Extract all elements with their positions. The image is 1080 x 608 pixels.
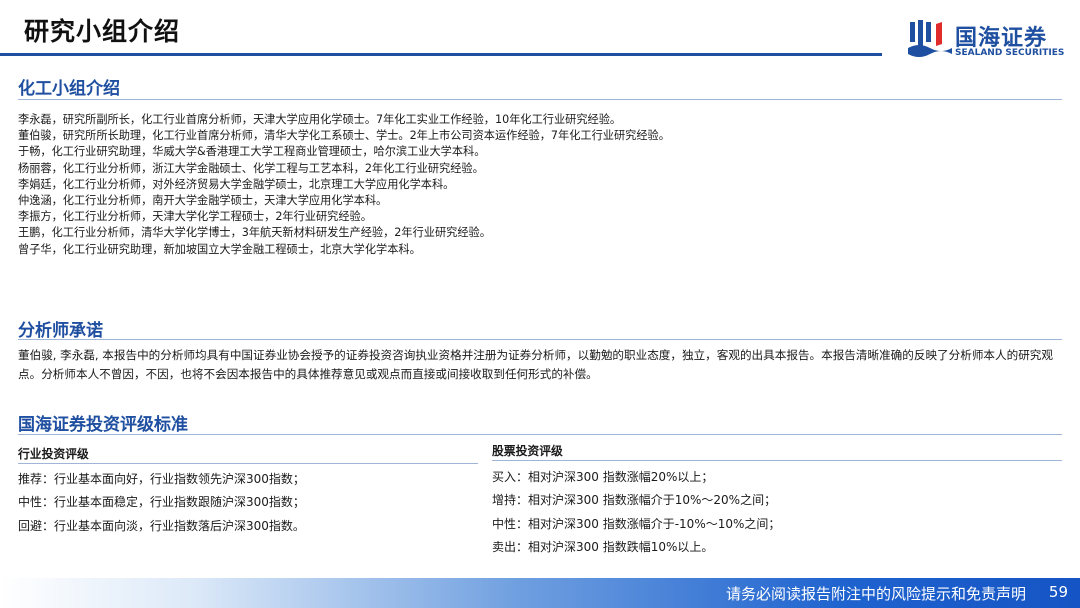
footer-disclaimer: 请务必阅读报告附注中的风险提示和免责声明: [725, 585, 1026, 603]
team-member: 王鹏，化工行业分析师，清华大学化学博士，3年航天新材料研发生产经验，2年行业研究…: [18, 226, 491, 240]
page-number: 59: [1048, 583, 1068, 601]
team-member: 李振方，化工行业分析师，天津大学化学工程硕士，2年行业研究经验。: [18, 210, 372, 224]
stock-rating-item: 买入：相对沪深300 指数涨幅20%以上；: [492, 470, 714, 484]
page-title: 研究小组介绍: [24, 17, 181, 46]
commitment-heading: 分析师承诺: [18, 321, 103, 341]
footer-bar: 请务必阅读报告附注中的风险提示和免责声明 59: [0, 578, 1080, 608]
commitment-text: 董伯骏, 李永磊, 本报告中的分析师均具有中国证券业协会授予的证券投资咨询执业资…: [18, 348, 1053, 381]
stock-rating-divider: [492, 460, 1062, 461]
rating-divider: [18, 434, 1062, 435]
team-member: 曾子华，化工行业研究助理，新加坡国立大学金融工程硕士，北京大学化学本科。: [18, 242, 421, 256]
team-member: 于畅，化工行业研究助理，华威大学&香港理工大学工程商业管理硕士，哈尔滨工业大学本…: [18, 145, 486, 159]
team-member: 杨丽蓉，化工行业分析师，浙江大学金融硕士、化学工程与工艺本科，2年化工行业研究经…: [18, 161, 484, 175]
rating-heading: 国海证券投资评级标准: [18, 415, 188, 435]
sealand-logo: 国海证券 SEALAND SECURITIES: [908, 18, 1068, 62]
commitment-divider: [18, 339, 1062, 340]
team-member: 仲逸涵，化工行业分析师，南开大学金融学硕士，天津大学应用化学本科。: [18, 194, 388, 208]
title-divider: [0, 53, 882, 56]
industry-rating-divider: [18, 463, 478, 464]
stock-rating-item: 卖出：相对沪深300 指数跌幅10%以上。: [492, 539, 714, 554]
team-member: 李永磊，研究所副所长，化工行业首席分析师，天津大学应用化学硕士。7年化工实业工作…: [18, 113, 622, 126]
stock-rating-title: 股票投资评级: [492, 444, 563, 458]
sealand-logo-icon: [908, 20, 952, 57]
team-member-list: 李永磊，研究所副所长，化工行业首席分析师，天津大学应用化学硕士。7年化工实业工作…: [18, 112, 670, 258]
industry-rating-title: 行业投资评级: [18, 447, 89, 461]
stock-rating-item: 中性：相对沪深300 指数涨幅介于-10%～10%之间；: [492, 516, 781, 531]
stock-rating-item: 增持：相对沪深300 指数涨幅介于10%～20%之间；: [492, 493, 777, 508]
industry-rating-item: 推荐：行业基本面向好，行业指数领先沪深300指数；: [18, 472, 305, 486]
industry-rating-item: 回避：行业基本面向淡，行业指数落后沪深300指数。: [18, 518, 305, 533]
stock-rating-list: 买入：相对沪深300 指数涨幅20%以上； 增持：相对沪深300 指数涨幅介于1…: [492, 466, 780, 559]
industry-rating-list: 推荐：行业基本面向好，行业指数领先沪深300指数； 中性：行业基本面稳定，行业指…: [18, 468, 305, 538]
logo-english-name: SEALAND SECURITIES: [955, 48, 1065, 58]
team-member: 李娟廷，化工行业分析师，对外经济贸易大学金融学硕士，北京理工大学应用化学本科。: [18, 177, 455, 191]
team-member: 董伯骏，研究所所长助理，化工行业首席分析师，清华大学化工系硕士、学士。2年上市公…: [18, 129, 670, 143]
industry-rating-item: 中性：行业基本面稳定，行业指数跟随沪深300指数；: [18, 495, 305, 510]
team-heading: 化工小组介绍: [18, 79, 120, 99]
team-divider: [18, 99, 1062, 100]
